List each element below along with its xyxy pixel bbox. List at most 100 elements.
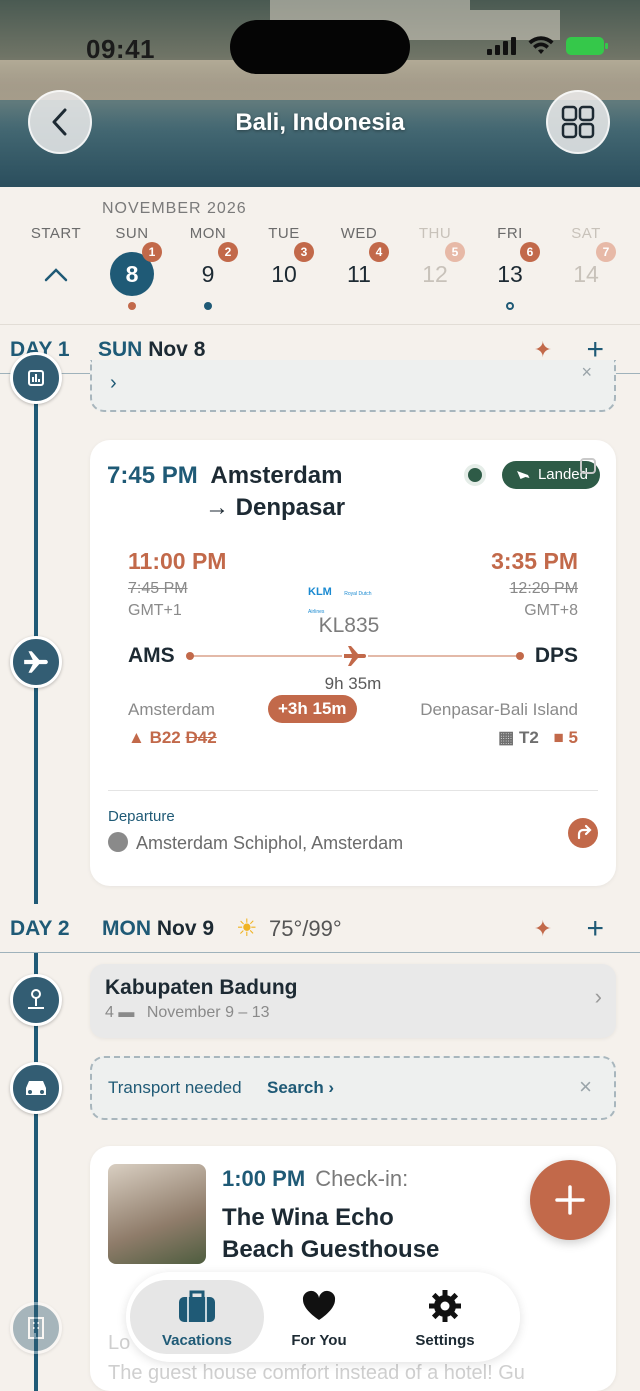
day-of-week: MON	[189, 225, 227, 242]
event-dot	[128, 302, 136, 310]
calendar-month: NOVEMBER 2026	[102, 200, 247, 217]
status-icons	[487, 36, 608, 56]
day-number: 14	[573, 261, 599, 287]
day-number: 11	[347, 261, 371, 287]
airline-logo: KLM Royal Dutch Airlines	[308, 586, 372, 615]
close-icon[interactable]: ×	[579, 1074, 592, 1100]
flight-route-to: → Denpasar	[205, 494, 346, 521]
stay-details: 4 ▬ November 9 – 13	[105, 1004, 270, 1021]
event-count-badge: 7	[596, 242, 616, 262]
hotel-photo	[108, 1164, 206, 1264]
origin-dot	[186, 652, 194, 660]
terminal-baggage-info: ▦ T2 ■ 5	[498, 728, 578, 747]
transport-needed-card[interactable]: Transport needed Search › ×	[90, 1056, 616, 1120]
departure-scheduled: 7:45 PM	[128, 580, 188, 597]
add-fab-button[interactable]	[530, 1160, 610, 1240]
day-number: 9	[201, 261, 215, 287]
luggage-icon: ■	[553, 728, 564, 747]
grid-icon	[561, 105, 595, 139]
bookmark-icon[interactable]	[580, 458, 596, 474]
tab-vacations[interactable]: Vacations	[130, 1280, 264, 1354]
calendar-day-sat-14[interactable]: SAT 14 7	[556, 225, 616, 296]
destination-city: Denpasar-Bali Island	[420, 700, 578, 719]
calendar-start-column[interactable]: START	[26, 225, 86, 296]
calendar-strip: NOVEMBER 2026 START SUN 81 MON 92 TUE 10…	[0, 187, 640, 325]
calendar-day-tue-10[interactable]: TUE 10 3	[254, 225, 314, 296]
bottom-tab-bar: Vacations For You Settings	[126, 1272, 520, 1362]
stay-title: Kabupaten Badung	[105, 976, 298, 999]
gear-icon	[429, 1290, 461, 1322]
flight-node-icon	[10, 636, 62, 688]
heart-icon	[302, 1290, 336, 1320]
chevron-right-icon: ›	[594, 984, 602, 1009]
event-count-badge: 6	[520, 242, 540, 262]
directions-arrow-icon	[577, 824, 592, 840]
sparkle-icon[interactable]: ✦	[534, 916, 552, 942]
day-date: MON Nov 9	[102, 916, 215, 940]
day-2-header: DAY 2 MON Nov 9 ☀ 75°/99° ✦ +	[0, 905, 640, 953]
location-node-icon	[10, 974, 62, 1026]
sparkle-icon[interactable]: ✦	[534, 337, 552, 363]
departure-label: Departure	[108, 808, 175, 825]
day-number: 10	[271, 261, 297, 287]
calendar-day-sun-8[interactable]: SUN 81	[102, 225, 162, 310]
hotel-node-icon	[10, 352, 62, 404]
previous-item-card[interactable]: › ×	[90, 360, 616, 412]
event-dot	[204, 302, 212, 310]
calendar-day-thu-12[interactable]: THU 12 5	[405, 225, 465, 296]
departure-location[interactable]: Amsterdam Schiphol, Amsterdam	[108, 832, 403, 854]
destination-code: DPS	[534, 644, 578, 667]
tab-for-you[interactable]: For You	[252, 1280, 386, 1354]
delay-badge: +3h 15m	[268, 695, 357, 723]
car-node-icon	[10, 1062, 62, 1114]
day-label: DAY 2	[10, 916, 70, 940]
add-event-button[interactable]: +	[586, 912, 604, 946]
flight-duration: 9h 35m	[324, 674, 382, 693]
warning-icon: ▲	[128, 728, 145, 747]
stay-card[interactable]: Kabupaten Badung 4 ▬ November 9 – 13 ›	[90, 964, 616, 1038]
origin-code: AMS	[128, 644, 175, 667]
plane-landing-icon	[514, 471, 531, 481]
close-icon[interactable]: ×	[581, 362, 592, 383]
weather-temp: 75°/99°	[269, 915, 342, 941]
bed-icon: ▬	[118, 1004, 135, 1021]
divider	[108, 790, 598, 791]
event-count-badge: 1	[142, 242, 162, 262]
tab-label: Settings	[415, 1332, 475, 1349]
live-status-dot	[468, 468, 482, 482]
flight-card[interactable]: 7:45 PM Amsterdam → Denpasar Landed 11:0…	[90, 440, 616, 886]
building-icon: ▦	[498, 728, 515, 747]
building-node-icon	[10, 1302, 62, 1354]
event-dot	[506, 302, 514, 310]
transport-search-link[interactable]: Search ›	[267, 1078, 334, 1098]
day-of-week: FRI	[497, 225, 523, 242]
plane-icon	[342, 644, 368, 668]
grid-view-button[interactable]	[546, 90, 610, 154]
day-of-week: SAT	[571, 225, 601, 242]
signal-icon	[487, 37, 516, 55]
day-of-week: SUN	[115, 225, 149, 242]
flight-title: 7:45 PM Amsterdam → Denpasar	[107, 460, 345, 524]
battery-icon	[566, 37, 608, 55]
chevron-right-icon: ›	[110, 372, 117, 394]
event-count-badge: 4	[369, 242, 389, 262]
wifi-icon	[528, 36, 554, 54]
event-count-badge: 5	[445, 242, 465, 262]
hotel-name: The Wina Echo Beach Guesthouse	[222, 1204, 440, 1263]
calendar-day-fri-13[interactable]: FRI 13 6	[480, 225, 540, 310]
arrival-scheduled: 12:20 PM	[509, 580, 578, 597]
flight-number: KL835	[318, 614, 380, 637]
day-of-week: WED	[340, 225, 378, 242]
flight-route-from: Amsterdam	[210, 462, 343, 489]
calendar-day-mon-9[interactable]: MON 92	[178, 225, 238, 310]
directions-button[interactable]	[568, 818, 598, 848]
plus-icon	[555, 1185, 585, 1215]
calendar-day-wed-11[interactable]: WED 11 4	[329, 225, 389, 296]
day-number: 13	[497, 261, 523, 287]
flight-time: 7:45 PM	[107, 462, 198, 489]
tab-settings[interactable]: Settings	[378, 1280, 512, 1354]
page-title: Bali, Indonesia	[235, 109, 405, 136]
day-of-week: TUE	[268, 225, 300, 242]
chevron-up-icon	[34, 252, 78, 296]
day-number: 8	[125, 261, 139, 287]
